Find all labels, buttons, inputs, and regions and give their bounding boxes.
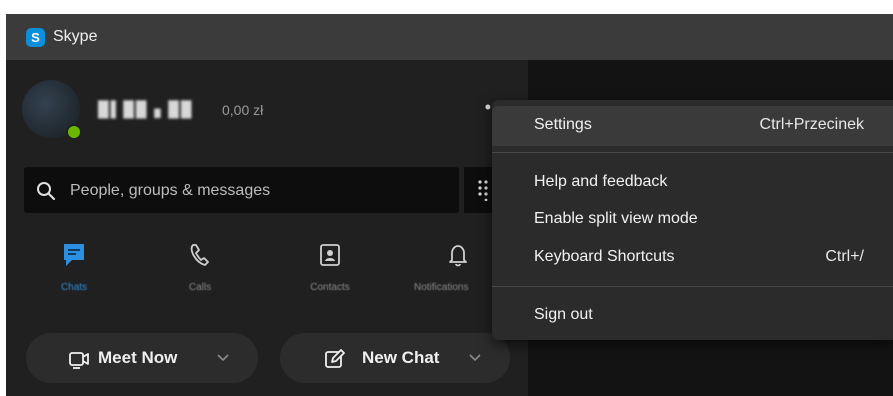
profile-header[interactable]: █▌██ ▖██ 0,00 zł •• <box>22 78 522 148</box>
meet-now-label: Meet Now <box>98 348 178 367</box>
nav-chats-label: Chats <box>60 282 88 293</box>
sidebar: █▌██ ▖██ 0,00 zł •• <box>6 60 528 396</box>
nav-notifications-label: Notifications <box>414 282 469 293</box>
chevron-down-icon[interactable] <box>468 353 482 363</box>
menu-item-label: Help and feedback <box>534 173 668 190</box>
menu-divider <box>492 152 893 153</box>
dialpad-icon <box>478 180 488 201</box>
chevron-down-icon[interactable] <box>216 353 230 363</box>
menu-divider <box>492 286 893 287</box>
video-camera-icon <box>69 352 89 369</box>
search-icon <box>37 182 56 201</box>
menu-item-label: Keyboard Shortcuts <box>534 248 675 265</box>
menu-item-keyboard-shortcuts[interactable]: Keyboard Shortcuts Ctrl+/ <box>492 238 893 278</box>
search-box[interactable] <box>24 167 459 215</box>
more-options-menu: Settings Ctrl+Przecinek Help and feedbac… <box>492 100 893 340</box>
title-bar: S Skype <box>6 14 893 60</box>
compose-icon <box>325 349 345 368</box>
menu-item-shortcut: Ctrl+Przecinek <box>759 116 864 133</box>
new-chat-label: New Chat <box>362 348 440 367</box>
menu-item-help-and-feedback[interactable]: Help and feedback <box>492 163 893 203</box>
nav-notifications[interactable]: Notifications <box>398 232 496 312</box>
chat-icon <box>64 244 84 266</box>
menu-item-label: Settings <box>534 116 592 133</box>
search-input[interactable] <box>68 167 452 215</box>
nav-chats[interactable]: Chats <box>14 232 134 312</box>
skype-logo-icon: S <box>26 28 45 47</box>
menu-item-label: Enable split view mode <box>534 210 698 227</box>
app-title: Skype <box>53 28 98 45</box>
menu-item-label: Sign out <box>534 306 593 323</box>
meet-now-button[interactable]: Meet Now <box>26 333 258 383</box>
presence-online-indicator <box>66 124 82 140</box>
bell-icon <box>449 245 467 267</box>
new-chat-button[interactable]: New Chat <box>280 333 510 383</box>
phone-icon <box>190 244 209 266</box>
nav-contacts[interactable]: Contacts <box>270 232 390 312</box>
nav-calls-label: Calls <box>188 282 212 293</box>
skype-credit[interactable]: 0,00 zł <box>222 102 263 118</box>
menu-item-split-view[interactable]: Enable split view mode <box>492 200 893 240</box>
main-nav: Chats Calls Contacts Notifications <box>6 232 528 312</box>
menu-item-sign-out[interactable]: Sign out <box>492 296 893 336</box>
profile-name: █▌██ ▖██ <box>98 101 194 118</box>
nav-calls[interactable]: Calls <box>140 232 260 312</box>
nav-contacts-label: Contacts <box>310 282 350 293</box>
contact-card-icon <box>320 244 340 266</box>
menu-item-shortcut: Ctrl+/ <box>825 248 864 265</box>
menu-item-settings[interactable]: Settings Ctrl+Przecinek <box>492 106 893 146</box>
